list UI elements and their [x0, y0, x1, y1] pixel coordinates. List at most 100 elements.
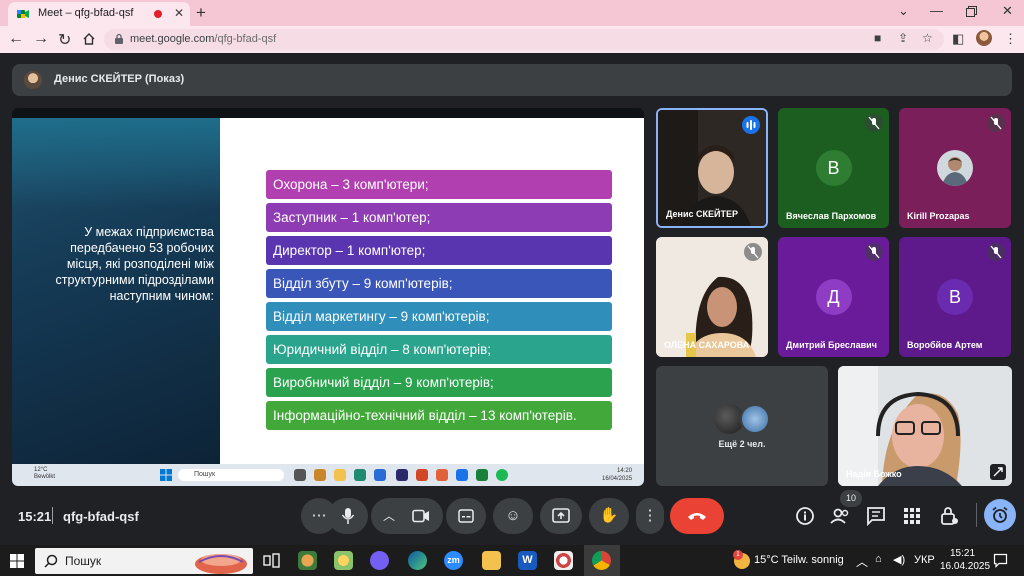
shared-copilot-icon	[314, 469, 326, 481]
browser-menu-icon[interactable]: ⋮	[1004, 31, 1017, 47]
hand-icon: ✋	[599, 507, 619, 524]
camera-options-chevron-icon[interactable]: ︿	[371, 498, 407, 534]
side-panel-icon[interactable]: ◧	[952, 31, 964, 47]
browser-tab-bar: Meet – qfg-bfad-qsf ✕ + ⌄ — ✕	[0, 0, 1024, 26]
raise-hand-button[interactable]: ✋	[589, 498, 629, 534]
browser-toolbar: ← → ↻ meet.google.com/qfg-bfad-qsf ■ ⇪ ☆…	[0, 26, 1024, 53]
participant-tile[interactable]: В Воробйов Артем	[899, 237, 1011, 357]
close-window-button[interactable]: ✕	[1002, 3, 1013, 19]
meeting-code: qfg-bfad-qsf	[63, 509, 139, 524]
more-actions-button[interactable]: ⋮	[636, 498, 664, 534]
reload-button[interactable]: ↻	[58, 30, 71, 50]
viber-icon[interactable]	[370, 551, 389, 570]
windows-start-icon[interactable]	[10, 554, 24, 568]
share-icon[interactable]: ⇪	[898, 31, 908, 45]
shared-screen-taskbar: 12°C Bewölkt Пошук 14:20 16/04/2025	[12, 464, 644, 486]
host-controls-icon[interactable]	[938, 505, 960, 527]
browser-tab[interactable]: Meet – qfg-bfad-qsf ✕	[8, 2, 190, 26]
microphone-icon	[341, 508, 355, 524]
url-text: meet.google.com/qfg-bfad-qsf	[130, 33, 277, 45]
participant-tile[interactable]: Денис СКЕЙТЕР	[656, 108, 768, 228]
slide-list-item: Заступник – 1 комп'ютер;	[266, 203, 612, 232]
taskbar-date[interactable]: 16.04.2025	[940, 561, 990, 572]
zoom-icon[interactable]: zm	[444, 551, 463, 570]
app-icon[interactable]	[334, 551, 353, 570]
activities-grid-icon[interactable]	[901, 505, 923, 527]
forward-button[interactable]: →	[33, 30, 49, 48]
participant-tile[interactable]: Kirill Prozapas	[899, 108, 1011, 228]
notification-badge: 1	[733, 550, 743, 560]
shared-ps-icon	[396, 469, 408, 481]
meeting-info-icon[interactable]	[794, 505, 816, 527]
reactions-button[interactable]: ☺	[493, 498, 533, 534]
alarm-clock-icon	[992, 506, 1008, 523]
home-icon[interactable]	[82, 32, 96, 46]
present-button[interactable]	[540, 498, 582, 534]
separator	[52, 507, 53, 524]
chrome-icon[interactable]	[592, 551, 611, 570]
search-icon	[44, 554, 58, 568]
participant-avatar	[740, 404, 770, 434]
taskbar-time[interactable]: 15:21	[950, 548, 975, 559]
app-icon[interactable]	[554, 551, 573, 570]
task-view-icon[interactable]	[262, 551, 281, 570]
address-bar[interactable]: meet.google.com/qfg-bfad-qsf ■ ⇪ ☆	[104, 29, 944, 50]
timer-button[interactable]	[984, 499, 1016, 531]
people-icon[interactable]	[829, 505, 851, 527]
word-icon[interactable]: W	[518, 551, 537, 570]
file-explorer-icon[interactable]	[482, 551, 501, 570]
taskbar-search-box[interactable]: Пошук	[35, 548, 253, 574]
bookmark-star-icon[interactable]: ☆	[922, 31, 933, 45]
shared-app-icon	[436, 469, 448, 481]
pin-tile-icon[interactable]	[990, 464, 1006, 480]
minimize-button[interactable]: —	[930, 3, 943, 18]
camera-button[interactable]: ︿	[371, 498, 443, 534]
participant-name: Надія Божко	[846, 469, 902, 479]
participant-tile[interactable]: ОЛЕНА САХАРОВА	[656, 237, 768, 357]
weather-text[interactable]: 15°C Teilw. sonnig	[754, 554, 844, 566]
mic-off-icon	[865, 243, 883, 261]
shared-slide: У межах підприємства передбачено 53 робо…	[12, 118, 644, 464]
participant-name: Денис СКЕЙТЕР	[666, 209, 738, 219]
widgets-icon[interactable]	[298, 551, 317, 570]
camera-icon	[412, 509, 429, 523]
shared-clock: 14:20 16/04/2025	[602, 468, 633, 482]
chat-icon[interactable]	[865, 505, 887, 527]
network-icon[interactable]: ⌂	[875, 553, 882, 565]
captions-icon	[458, 509, 474, 523]
edge-icon[interactable]	[408, 551, 427, 570]
participant-tile[interactable]: Надія Божко	[838, 366, 1012, 486]
notifications-icon[interactable]	[993, 553, 1008, 568]
new-tab-button[interactable]: +	[196, 3, 206, 23]
shared-explorer-icon	[334, 469, 346, 481]
language-indicator[interactable]: УКР	[914, 554, 935, 566]
profile-avatar[interactable]	[976, 30, 992, 46]
meeting-clock: 15:21	[18, 509, 52, 524]
tab-close-icon[interactable]: ✕	[174, 6, 184, 20]
shared-powerpoint-icon	[416, 469, 428, 481]
more-participants-tile[interactable]: Ещё 2 чел.	[656, 366, 828, 486]
restore-button[interactable]	[966, 6, 977, 17]
presentation-stage[interactable]: У межах підприємства передбачено 53 робо…	[12, 108, 644, 486]
presenter-avatar	[24, 71, 42, 89]
participant-tile[interactable]: В Вячеслав Пархомов	[778, 108, 889, 228]
emoji-icon: ☺	[505, 507, 521, 524]
participant-avatar: В	[937, 279, 973, 315]
participant-name: ОЛЕНА САХАРОВА	[664, 340, 750, 350]
slide-list-item: Відділ маркетингу – 9 комп'ютерів;	[266, 302, 612, 331]
leave-call-button[interactable]	[670, 498, 724, 534]
tab-search-icon[interactable]: ⌄	[898, 3, 909, 19]
tray-overflow-chevron-icon[interactable]: ︿	[856, 553, 868, 570]
back-button[interactable]: ←	[8, 30, 24, 48]
camera-permission-icon[interactable]: ■	[874, 31, 881, 45]
mic-off-icon	[744, 243, 762, 261]
participant-tile[interactable]: Д Дмитрий Бреславич	[778, 237, 889, 357]
participant-name: Воробйов Артем	[907, 340, 983, 350]
captions-button[interactable]	[446, 498, 486, 534]
site-info-icon[interactable]	[114, 33, 124, 45]
volume-icon[interactable]: ◀)	[893, 553, 905, 566]
microphone-button[interactable]	[328, 498, 368, 534]
shared-taskview-icon	[294, 469, 306, 481]
taskbar-search-label: Пошук	[65, 554, 102, 568]
slide-list-item: Відділ збуту – 9 комп'ютерів;	[266, 269, 612, 298]
